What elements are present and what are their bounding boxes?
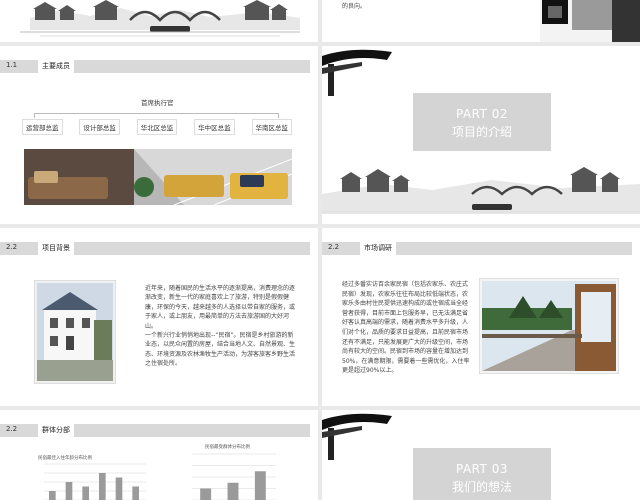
chart-bar	[200, 488, 212, 500]
chart-bar	[254, 471, 266, 500]
chart-left-title: 民宿最佳入住年龄分布比例	[38, 456, 92, 461]
roof-eave-illustration	[322, 49, 392, 96]
water-town-illustration	[322, 167, 640, 214]
slide-body-text: 近年来，随着国民的生活水平的逐渐提高，消费理念的逐渐改变，新生一代的家庭喜欢上了…	[145, 284, 297, 369]
part-box: PART 03 我们的想法	[413, 448, 551, 500]
paragraph: 近年来，随着国民的生活水平的逐渐提高，消费理念的逐渐改变，新生一代的家庭喜欢上了…	[145, 285, 296, 330]
chart-bar	[65, 482, 73, 500]
org-department: 华南区总监	[251, 119, 292, 135]
house-photo	[540, 0, 640, 42]
slide-thumbnail-6[interactable]: 2.2 市场调研 经过多番实访百余家民宿（包括农家乐、农庄式民宿）发现，农家乐往…	[322, 228, 640, 406]
section-number: 2.2	[6, 425, 18, 433]
paragraph: 一个新兴行业悄悄地出现--“民宿”。民宿是乡村旅游的新业态，以民众闲置的房屋，结…	[145, 332, 296, 368]
living-room-photo	[24, 149, 292, 205]
section-title: 项目背景	[38, 242, 74, 255]
slide-body-text: 经过多番实访百余家民宿（包括农家乐、农庄式民宿）发现，农家乐往往布局比较低端状态…	[342, 281, 470, 375]
roof-eave-illustration	[322, 413, 392, 460]
water-town-illustration	[0, 0, 318, 42]
bar-chart-left	[44, 463, 146, 500]
org-department: 华中区总监	[194, 119, 235, 135]
part-box: PART 02 项目的介绍	[413, 93, 551, 151]
slide-thumbnail-7[interactable]: 2.2 群体分部 民宿最佳入住年龄分布比例 民宿最受群体分布比例	[0, 410, 318, 500]
section-number: 2.2	[6, 243, 18, 251]
part-label: PART 03	[455, 462, 509, 476]
chart-bar	[115, 477, 123, 500]
slide-body-text: 的良向。	[342, 3, 367, 10]
part-label: PART 02	[455, 107, 509, 121]
section-number: 2.2	[328, 243, 340, 251]
section-header: 2.2 群体分部	[0, 424, 310, 437]
slide-thumbnail-8[interactable]: PART 03 我们的想法	[322, 410, 640, 500]
chart-right-title: 民宿最受群体分布比例	[205, 445, 250, 450]
slide-thumbnail-3[interactable]: 1.1 主要成员 首席执行官 运营部总监 设计部总监 华北区总监 华中区总监 华…	[0, 46, 318, 224]
section-header: 2.2 项目背景	[0, 242, 310, 255]
chart-bar	[99, 473, 106, 500]
part-title: 项目的介绍	[451, 125, 512, 139]
chart-bar	[49, 491, 56, 500]
slide-thumbnail-2[interactable]: 的良向。	[322, 0, 640, 42]
bar-chart-right	[192, 453, 276, 500]
section-number: 1.1	[6, 61, 18, 69]
slide-thumbnail-1[interactable]	[0, 0, 318, 42]
chart-bar	[227, 482, 239, 500]
section-title: 市场调研	[360, 242, 396, 255]
org-department: 设计部总监	[79, 119, 120, 135]
org-department: 华北区总监	[136, 119, 178, 135]
org-departments: 运营部总监 设计部总监 华北区总监 华中区总监 华南区总监	[22, 119, 292, 135]
chart-bar	[132, 486, 139, 500]
part-title: 我们的想法	[451, 480, 512, 494]
section-header: 1.1 主要成员	[0, 60, 310, 73]
deck-photo	[479, 278, 619, 374]
slide-thumbnail-5[interactable]: 2.2 项目背景 近年来，随着国民的生活水平的逐渐提高，消费理念的逐渐改变，新生…	[0, 228, 318, 406]
chart-bar	[82, 486, 89, 500]
org-top-node: 首席执行官	[141, 99, 174, 107]
house-photo	[34, 280, 116, 384]
org-connector	[34, 113, 279, 118]
section-header: 2.2 市场调研	[322, 242, 632, 255]
org-department: 运营部总监	[22, 119, 63, 135]
section-title: 主要成员	[38, 60, 74, 73]
slide-thumbnail-4[interactable]: PART 02 项目的介绍	[322, 46, 640, 224]
section-title: 群体分部	[38, 424, 74, 437]
